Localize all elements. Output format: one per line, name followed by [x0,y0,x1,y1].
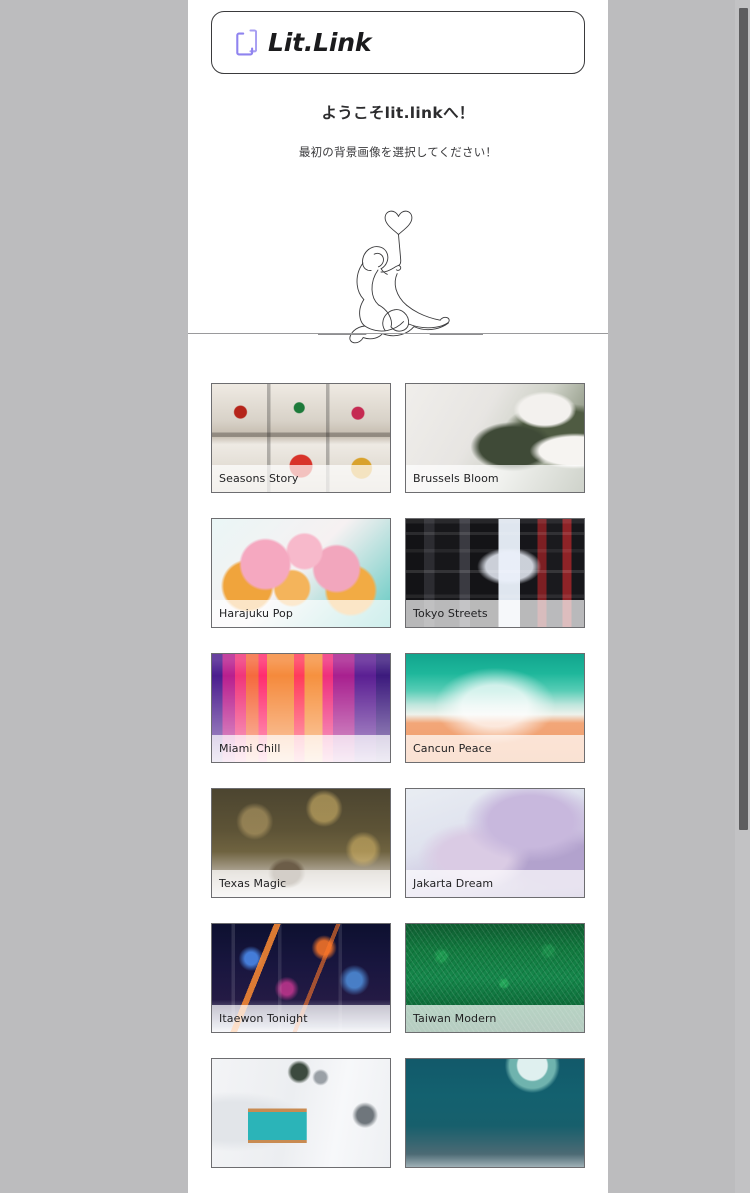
background-card-label: Miami Chill [212,735,390,762]
content-panel: Lit.Link ようこそlit.linkへ！ 最初の背景画像を選択してください… [188,0,608,1193]
litlink-bracket-icon [236,29,257,56]
background-card[interactable]: Itaewon Tonight [211,923,391,1033]
scrollbar-track[interactable] [735,0,750,1193]
welcome-title: ようこそlit.linkへ！ [321,104,475,122]
background-card-label: Texas Magic [212,870,390,897]
background-card[interactable]: Texas Magic [211,788,391,898]
background-card-label: Jakarta Dream [406,870,584,897]
scrollbar-thumb[interactable] [739,8,748,830]
welcome-subtitle: 最初の背景画像を選択してください！ [298,145,498,159]
background-image-grid: Seasons Story Brussels Bloom Harajuku Pop T… [211,383,586,1168]
hero-illustration [318,196,483,348]
background-card-thumbnail [406,1059,584,1167]
background-card-label: Harajuku Pop [212,600,390,627]
background-card-label: Tokyo Streets [406,600,584,627]
background-card-label: Seasons Story [212,465,390,492]
background-card-label: Cancun Peace [406,735,584,762]
background-card-thumbnail [212,1059,390,1167]
background-card[interactable]: Cancun Peace [405,653,585,763]
background-card-label: Taiwan Modern [406,1005,584,1032]
section-divider [188,333,608,334]
background-card[interactable]: Taiwan Modern [405,923,585,1033]
background-card-label: Brussels Bloom [406,465,584,492]
background-card[interactable]: Jakarta Dream [405,788,585,898]
brand-logo-text: Lit.Link [268,28,372,57]
background-card[interactable]: Harajuku Pop [211,518,391,628]
page-root: Lit.Link ようこそlit.linkへ！ 最初の背景画像を選択してください… [0,0,750,1193]
background-card[interactable]: Brussels Bloom [405,383,585,493]
brand-logo-box[interactable]: Lit.Link [211,11,585,74]
background-card[interactable]: Seasons Story [211,383,391,493]
background-card[interactable] [211,1058,391,1168]
background-card[interactable]: Tokyo Streets [405,518,585,628]
background-card[interactable] [405,1058,585,1168]
background-card[interactable]: Miami Chill [211,653,391,763]
background-card-label: Itaewon Tonight [212,1005,390,1032]
